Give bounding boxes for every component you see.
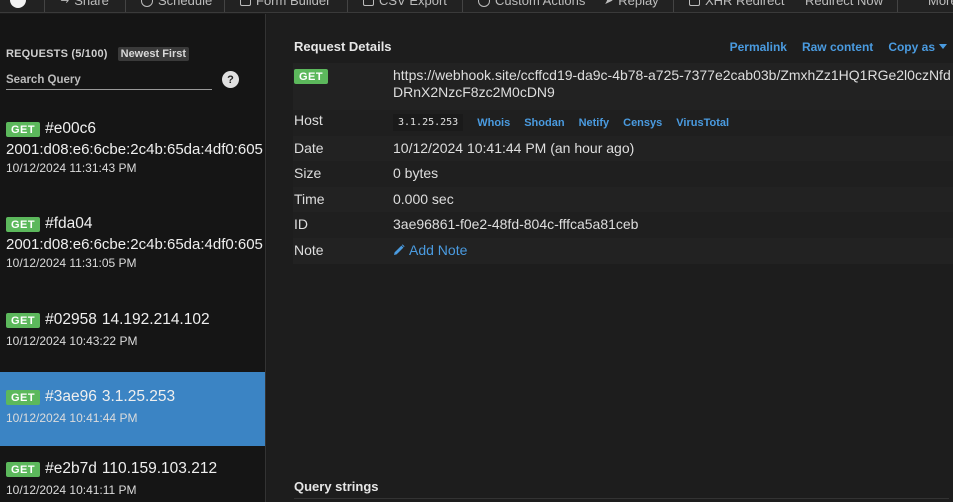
file-icon <box>363 0 374 6</box>
censys-link[interactable]: Censys <box>623 117 662 129</box>
request-id: #e2b7d <box>45 460 97 477</box>
id-label: ID <box>294 216 308 232</box>
time-label: Time <box>294 191 325 207</box>
replay-icon: ➤ <box>604 0 614 7</box>
top-toolbar: ↪ Share Schedule Form Builder CSV Export … <box>0 0 953 13</box>
whois-link[interactable]: Whois <box>477 117 510 129</box>
request-ip: 2001:d08:e6:6cbe:2c4b:65da:4df0:605 <box>6 236 263 253</box>
method-badge: GET <box>6 312 41 328</box>
virustotal-link[interactable]: VirusTotal <box>676 117 729 129</box>
gear-icon <box>478 0 490 7</box>
request-timestamp: 10/12/2024 10:41:11 PM <box>6 483 137 497</box>
request-list-item[interactable]: GET #e2b7d 110.159.103.212 10/12/2024 10:4… <box>0 450 265 502</box>
toolbar-divider <box>44 0 45 12</box>
toolbar-divider <box>897 0 898 12</box>
redirect-icon <box>689 0 700 6</box>
date-row: Date 10/12/2024 10:41:44 PM (an hour ago… <box>293 136 953 161</box>
toolbar-divider <box>673 0 674 12</box>
request-ip: 3.1.25.253 <box>101 388 176 405</box>
note-row: Note Add Note <box>293 238 953 264</box>
form-icon <box>240 0 251 6</box>
toolbar-divider <box>224 0 225 12</box>
id-row: ID 3ae96861-f0e2-48fd-804c-fffca5a81ceb <box>293 212 953 238</box>
method-badge: GET <box>6 121 41 137</box>
details-table: GET https://webhook.site/ccffcd19-da9c-4… <box>293 63 953 264</box>
url-row: GET https://webhook.site/ccffcd19-da9c-4… <box>293 63 953 110</box>
date-value: 10/12/2024 10:41:44 PM (an hour ago) <box>393 140 635 156</box>
request-timestamp: 10/12/2024 11:31:05 PM <box>6 256 137 270</box>
note-label: Note <box>294 242 324 258</box>
share-button[interactable]: ↪ Share <box>60 0 109 8</box>
host-ip-value: 3.1.25.253 <box>393 114 464 131</box>
host-row: Host 3.1.25.253 Whois Shodan Netify Cens… <box>293 110 953 136</box>
section-divider <box>294 498 949 499</box>
share-icon: ↪ <box>60 0 70 7</box>
toolbar-divider <box>347 0 348 12</box>
panel-title: Request Details <box>294 39 392 54</box>
size-row: Size 0 bytes <box>293 161 953 187</box>
request-timestamp: 10/12/2024 10:41:44 PM <box>6 411 138 425</box>
request-id: #3ae96 <box>45 388 97 405</box>
request-id: #e00c6 <box>45 120 96 137</box>
id-value: 3ae96861-f0e2-48fd-804c-fffca5a81ceb <box>393 216 639 232</box>
request-ip: 14.192.214.102 <box>101 311 210 328</box>
search-field <box>6 70 212 90</box>
date-label: Date <box>294 140 324 156</box>
sort-order-button[interactable]: Newest First <box>117 47 190 61</box>
schedule-button[interactable]: Schedule <box>141 0 212 8</box>
size-label: Size <box>294 165 322 181</box>
netify-link[interactable]: Netify <box>579 117 610 129</box>
query-strings-title: Query strings <box>294 479 379 494</box>
request-list-item-selected[interactable]: GET #3ae96 3.1.25.253 10/12/2024 10:41:44 … <box>0 372 265 446</box>
request-id: #fda04 <box>45 215 93 232</box>
xhr-redirect-button[interactable]: XHR Redirect <box>689 0 784 8</box>
size-value: 0 bytes <box>393 165 439 181</box>
time-row: Time 0.000 sec <box>293 187 953 212</box>
request-sidebar: REQUESTS (5/100) Newest First ? GET#e00c… <box>0 14 266 502</box>
time-value: 0.000 sec <box>393 191 454 207</box>
method-badge: GET <box>294 69 329 84</box>
toolbar-divider <box>462 0 463 12</box>
pencil-icon <box>394 244 405 255</box>
replay-button[interactable]: ➤ Replay <box>604 0 659 8</box>
copy-as-dropdown[interactable]: Copy as <box>888 40 947 54</box>
sidebar-header: REQUESTS (5/100) Newest First <box>6 47 190 61</box>
request-ip: 2001:d08:e6:6cbe:2c4b:65da:4df0:605 <box>6 141 263 158</box>
request-list-item[interactable]: GET #02958 14.192.214.102 10/12/2024 10:43… <box>0 301 265 375</box>
clock-icon <box>141 0 153 7</box>
request-ip: 110.159.103.212 <box>101 460 218 477</box>
request-details-panel: Request Details Permalink Raw content Co… <box>267 14 953 502</box>
method-badge: GET <box>6 389 41 405</box>
request-timestamp: 10/12/2024 11:31:43 PM <box>6 161 137 175</box>
caret-down-icon <box>939 44 947 49</box>
method-badge: GET <box>6 216 41 232</box>
more-button[interactable]: More <box>928 0 953 8</box>
toolbar-divider <box>125 0 126 12</box>
permalink-link[interactable]: Permalink <box>730 40 787 54</box>
help-icon[interactable]: ? <box>222 71 239 88</box>
logo-icon[interactable] <box>10 0 26 8</box>
request-url-link[interactable]: https://webhook.site/ccffcd19-da9c-4b78-… <box>393 67 953 101</box>
requests-count-title: REQUESTS (5/100) <box>6 48 108 60</box>
request-list-item[interactable]: GET #fda04 2001:d08:e6:6cbe:2c4b:65da:4df… <box>0 205 265 279</box>
redirect-now-button[interactable]: Redirect Now <box>805 0 883 8</box>
method-badge: GET <box>6 461 41 477</box>
form-builder-button[interactable]: Form Builder <box>240 0 330 8</box>
csv-export-button[interactable]: CSV Export <box>363 0 447 8</box>
custom-actions-button[interactable]: Custom Actions <box>478 0 585 8</box>
search-input[interactable] <box>6 74 212 86</box>
request-list-item[interactable]: GET #e00c6 2001:d08:e6:6cbe:2c4b:65da:4df… <box>0 110 265 184</box>
host-label: Host <box>294 112 323 128</box>
shodan-link[interactable]: Shodan <box>524 117 564 129</box>
add-note-button[interactable]: Add Note <box>393 242 467 258</box>
panel-actions: Permalink Raw content Copy as <box>730 40 947 54</box>
raw-content-link[interactable]: Raw content <box>802 40 873 54</box>
request-timestamp: 10/12/2024 10:43:22 PM <box>6 334 138 348</box>
request-id: #02958 <box>45 311 97 328</box>
